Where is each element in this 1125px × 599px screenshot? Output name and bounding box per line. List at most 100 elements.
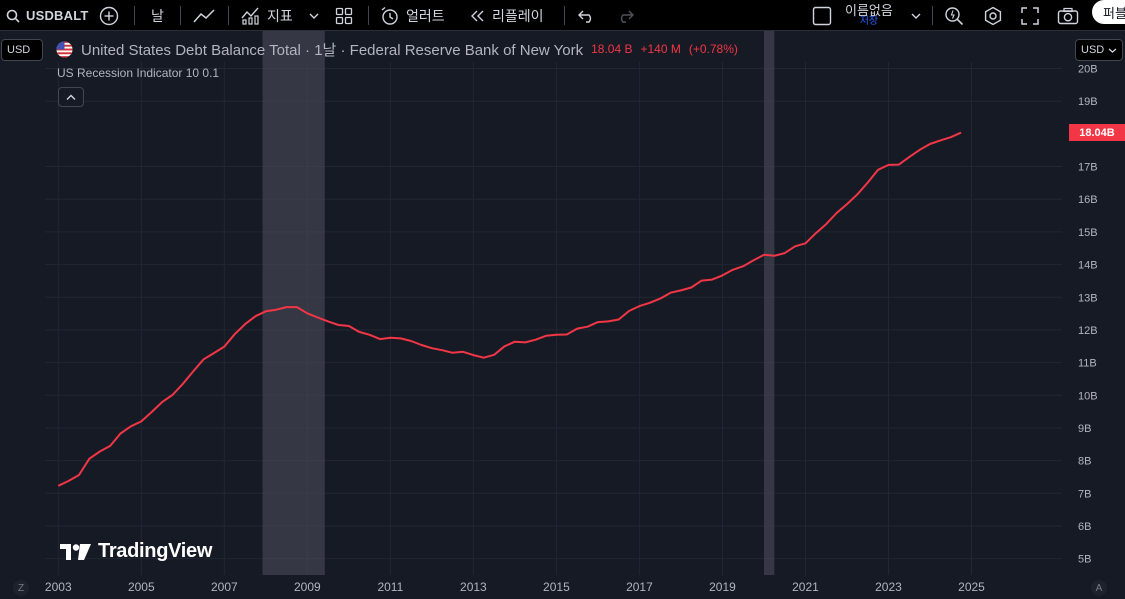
y-tick-label-3: 8B [1078,456,1091,468]
quick-search-icon [945,6,964,25]
series-title: United States Debt Balance Total · 1날 · … [81,41,584,59]
y-tick-label-8: 13B [1078,292,1098,304]
debt-balance-line[interactable] [57,131,962,487]
x-tick-label-5: 2013 [460,580,487,594]
tradingview-logo-icon [60,543,91,560]
y-tick-label-12: 17B [1078,162,1098,174]
settings-button[interactable] [983,0,1003,31]
x-tick-label-8: 2019 [709,580,736,594]
toolbar-divider [228,6,229,25]
y-tick-label-11: 16B [1078,194,1098,206]
toolbar-divider [368,6,369,25]
series-last-value: 18.04 B [591,42,633,56]
gear-icon [984,6,1002,25]
x-tick-label-10: 2023 [875,580,902,594]
x-tick-label-11: 2025 [958,580,985,594]
left-currency-label: USD [7,44,31,56]
y-tick-label-9: 14B [1078,260,1098,272]
interval-button[interactable]: 날 [151,0,164,31]
y-tick-label-2: 7B [1078,488,1091,500]
indicator-templates-dropdown[interactable] [309,0,319,31]
y-tick-label-6: 11B [1078,358,1097,370]
y-tick-label-4: 9B [1078,423,1091,435]
redo-button[interactable] [616,0,634,31]
camera-icon [1057,7,1079,24]
layout-name-button[interactable]: 이름없음 저장 [845,0,893,31]
indicators-icon [241,7,259,25]
x-tick-label-7: 2017 [626,580,653,594]
fullscreen-icon [1021,6,1039,25]
alerts-button[interactable]: 얼러트 [380,0,445,31]
recession-indicator-label[interactable]: US Recession Indicator 10 0.1 [57,66,219,80]
undo-button[interactable] [578,0,596,31]
series-change-percent: (+0.78%) [688,42,738,56]
right-currency-button[interactable]: USD [1075,39,1123,61]
chart-type-button[interactable] [193,0,215,31]
series-line-layer [57,131,962,487]
symbol-search[interactable]: USDBALT [6,0,89,31]
tradingview-logo-text: TradingView [98,540,213,562]
line-chart-icon [193,8,215,22]
timezone-z-button[interactable]: Z [13,580,29,596]
indicators-label: 지표 [267,7,293,24]
undo-icon [578,10,592,23]
save-label: 저장 [859,16,879,27]
chevron-down-icon [1108,48,1117,53]
collapse-legend-button[interactable] [58,87,84,107]
toolbar-divider [134,6,135,25]
indicators-button[interactable]: 지표 [241,0,293,31]
x-tick-label-1: 2005 [128,580,155,594]
left-currency-button[interactable]: USD [1,39,43,61]
y-tick-label-10: 15B [1078,227,1098,239]
replay-button[interactable]: 리플레이 [470,0,544,31]
layout-button[interactable] [335,0,353,31]
top-toolbar: USDBALT 날 지표 얼러트 리플레이 이름없음 저장 퍼블 [0,0,1125,31]
series-legend[interactable]: United States Debt Balance Total · 1날 · … [56,38,738,60]
redo-icon [620,10,634,23]
publish-button[interactable]: 퍼블 [1092,0,1125,24]
square-icon [812,6,832,25]
x-tick-label-2: 2007 [211,580,238,594]
us-flag-icon [56,40,73,58]
x-tick-label-3: 2009 [294,580,321,594]
replay-label: 리플레이 [492,7,544,24]
last-price-label: 18.04B [1069,124,1125,141]
grid-layout-icon [335,7,353,24]
chevron-up-icon [66,94,76,100]
layout-menu-dropdown[interactable] [911,0,921,31]
y-tick-label-7: 12B [1078,325,1098,337]
recession-band-0 [262,31,325,575]
rewind-icon [471,10,484,21]
compare-symbol-button[interactable] [99,0,119,31]
quick-search-button[interactable] [944,0,964,31]
y-tick-label-13: 19B [1078,96,1098,108]
toolbar-divider [564,6,565,25]
snapshot-button[interactable] [1057,0,1079,31]
toolbar-divider [180,6,181,25]
select-checkbox[interactable] [812,0,832,31]
chevron-down-icon [309,13,319,19]
recession-band-1 [763,31,775,575]
y-tick-label-0: 5B [1078,554,1091,566]
auto-scale-button[interactable]: A [1091,580,1107,596]
x-tick-label-0: 2003 [45,580,72,594]
series-change: +140 M [640,42,681,56]
right-currency-label: USD [1081,44,1105,56]
publish-label: 퍼블 [1103,5,1125,21]
fullscreen-button[interactable] [1021,0,1039,31]
chevron-down-icon [911,13,921,19]
y-tick-label-1: 6B [1078,521,1091,533]
alerts-label: 얼러트 [406,7,445,24]
search-icon [6,9,20,23]
symbol-label: USDBALT [26,8,89,23]
tradingview-logo[interactable]: TradingView [60,540,212,563]
corner-left-label: Z [17,582,25,594]
chart-canvas[interactable]: 5B 6B 7B 8B 9B 10B 11B 12B 13B 14B 15B 16B 17B 19B 20B… [0,31,1125,599]
x-tick-label-4: 2011 [377,580,403,594]
time-axis[interactable]: 2003 2005 2007 2009 2011 2013 2015 2017 2019 2021… [45,580,985,594]
alarm-clock-icon [381,6,398,25]
plus-circle-icon [99,6,119,25]
y-tick-label-5: 10B [1078,390,1098,402]
toolbar-divider [932,6,933,25]
x-tick-label-6: 2015 [543,580,570,594]
